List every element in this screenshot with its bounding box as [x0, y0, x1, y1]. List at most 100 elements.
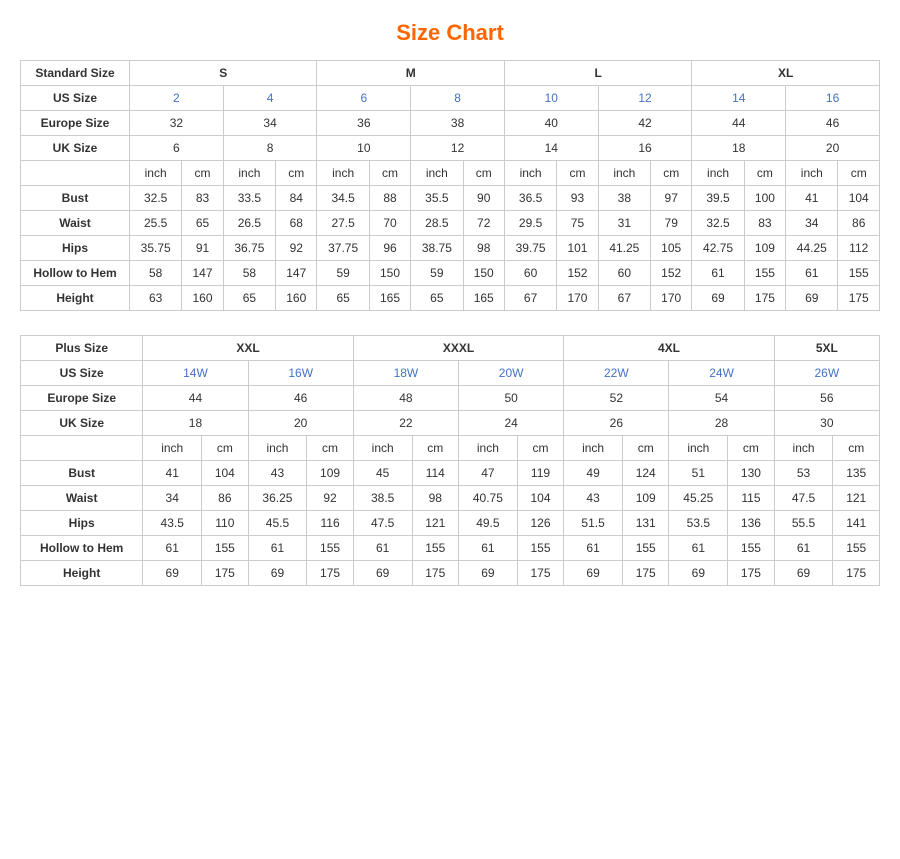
cell-value: 38.75 — [411, 236, 463, 261]
us-10: 10 — [504, 86, 598, 111]
standard-group-header: Standard Size S M L XL — [21, 61, 880, 86]
row-label: Bust — [21, 461, 143, 486]
standard-size-table: Standard Size S M L XL US Size 2 4 6 8 1… — [20, 60, 880, 311]
cell-value: 124 — [622, 461, 668, 486]
inch-label-7: inch — [692, 161, 744, 186]
cell-value: 79 — [650, 211, 691, 236]
cell-value: 26.5 — [223, 211, 275, 236]
eu-32: 32 — [130, 111, 224, 136]
cell-value: 72 — [463, 211, 504, 236]
plus-size-label: Plus Size — [21, 336, 143, 361]
cell-value: 86 — [838, 211, 880, 236]
cell-value: 51 — [669, 461, 728, 486]
cell-value: 175 — [517, 561, 563, 586]
us-size-row: US Size 2 4 6 8 10 12 14 16 — [21, 86, 880, 111]
cell-value: 100 — [744, 186, 785, 211]
cell-value: 45.25 — [669, 486, 728, 511]
cell-value: 69 — [692, 286, 744, 311]
cell-value: 75 — [557, 211, 598, 236]
group-s: S — [130, 61, 317, 86]
cell-value: 165 — [369, 286, 410, 311]
cell-value: 60 — [598, 261, 650, 286]
cell-value: 43.5 — [143, 511, 202, 536]
cm-label-6: cm — [650, 161, 691, 186]
cell-value: 150 — [463, 261, 504, 286]
cell-value: 61 — [786, 261, 838, 286]
cell-value: 92 — [307, 486, 353, 511]
cell-value: 83 — [182, 186, 223, 211]
cell-value: 38 — [598, 186, 650, 211]
cell-value: 105 — [650, 236, 691, 261]
cell-value: 31 — [598, 211, 650, 236]
cell-value: 91 — [182, 236, 223, 261]
plus-eu-48: 48 — [353, 386, 458, 411]
plus-cm-label-2: cm — [307, 436, 353, 461]
cell-value: 98 — [412, 486, 458, 511]
cell-value: 27.5 — [317, 211, 369, 236]
cell-value: 69 — [564, 561, 623, 586]
table-row: Waist348636.259238.59840.751044310945.25… — [21, 486, 880, 511]
group-4xl: 4XL — [564, 336, 774, 361]
cell-value: 39.5 — [692, 186, 744, 211]
cell-value: 136 — [728, 511, 774, 536]
cell-value: 97 — [650, 186, 691, 211]
size-chart-wrapper: Size Chart Standard Size S M L XL US Siz… — [20, 20, 880, 586]
cell-value: 63 — [130, 286, 182, 311]
uk-size-label: UK Size — [21, 136, 130, 161]
cell-value: 44.25 — [786, 236, 838, 261]
uk-14: 14 — [504, 136, 598, 161]
cell-value: 61 — [248, 536, 307, 561]
cell-value: 155 — [728, 536, 774, 561]
cell-value: 152 — [650, 261, 691, 286]
cell-value: 170 — [650, 286, 691, 311]
cell-value: 65 — [182, 211, 223, 236]
inch-label-5: inch — [504, 161, 556, 186]
plus-cm-label-7: cm — [833, 436, 880, 461]
cell-value: 155 — [412, 536, 458, 561]
cell-value: 65 — [411, 286, 463, 311]
uk-6: 6 — [130, 136, 224, 161]
cell-value: 45 — [353, 461, 412, 486]
cell-value: 34.5 — [317, 186, 369, 211]
cell-value: 32.5 — [130, 186, 182, 211]
plus-uk-26: 26 — [564, 411, 669, 436]
plus-uk-30: 30 — [774, 411, 879, 436]
cell-value: 39.75 — [504, 236, 556, 261]
cell-value: 36.25 — [248, 486, 307, 511]
cell-value: 65 — [317, 286, 369, 311]
europe-size-row: Europe Size 32 34 36 38 40 42 44 46 — [21, 111, 880, 136]
cell-value: 175 — [202, 561, 248, 586]
cell-value: 67 — [504, 286, 556, 311]
cell-value: 61 — [669, 536, 728, 561]
cell-value: 92 — [276, 236, 317, 261]
cell-value: 175 — [307, 561, 353, 586]
group-xxxl: XXXL — [353, 336, 563, 361]
cell-value: 141 — [833, 511, 880, 536]
cell-value: 68 — [276, 211, 317, 236]
uk-size-row: UK Size 6 8 10 12 14 16 18 20 — [21, 136, 880, 161]
inch-label-3: inch — [317, 161, 369, 186]
cell-value: 126 — [517, 511, 563, 536]
cell-value: 67 — [598, 286, 650, 311]
row-label: Waist — [21, 211, 130, 236]
plus-eu-52: 52 — [564, 386, 669, 411]
row-label: Hips — [21, 236, 130, 261]
cell-value: 147 — [276, 261, 317, 286]
standard-body: Bust32.58333.58434.58835.59036.593389739… — [21, 186, 880, 311]
uk-18: 18 — [692, 136, 786, 161]
table-row: Height6917569175691756917569175691756917… — [21, 561, 880, 586]
inch-label-6: inch — [598, 161, 650, 186]
us-26w: 26W — [774, 361, 879, 386]
cell-value: 42.75 — [692, 236, 744, 261]
cell-value: 36.75 — [223, 236, 275, 261]
cell-value: 38.5 — [353, 486, 412, 511]
plus-eu-46: 46 — [248, 386, 353, 411]
us-6: 6 — [317, 86, 411, 111]
cell-value: 109 — [744, 236, 785, 261]
cell-value: 130 — [728, 461, 774, 486]
cell-value: 49.5 — [459, 511, 518, 536]
cell-value: 61 — [692, 261, 744, 286]
cell-value: 160 — [276, 286, 317, 311]
plus-group-header: Plus Size XXL XXXL 4XL 5XL — [21, 336, 880, 361]
cell-value: 69 — [248, 561, 307, 586]
